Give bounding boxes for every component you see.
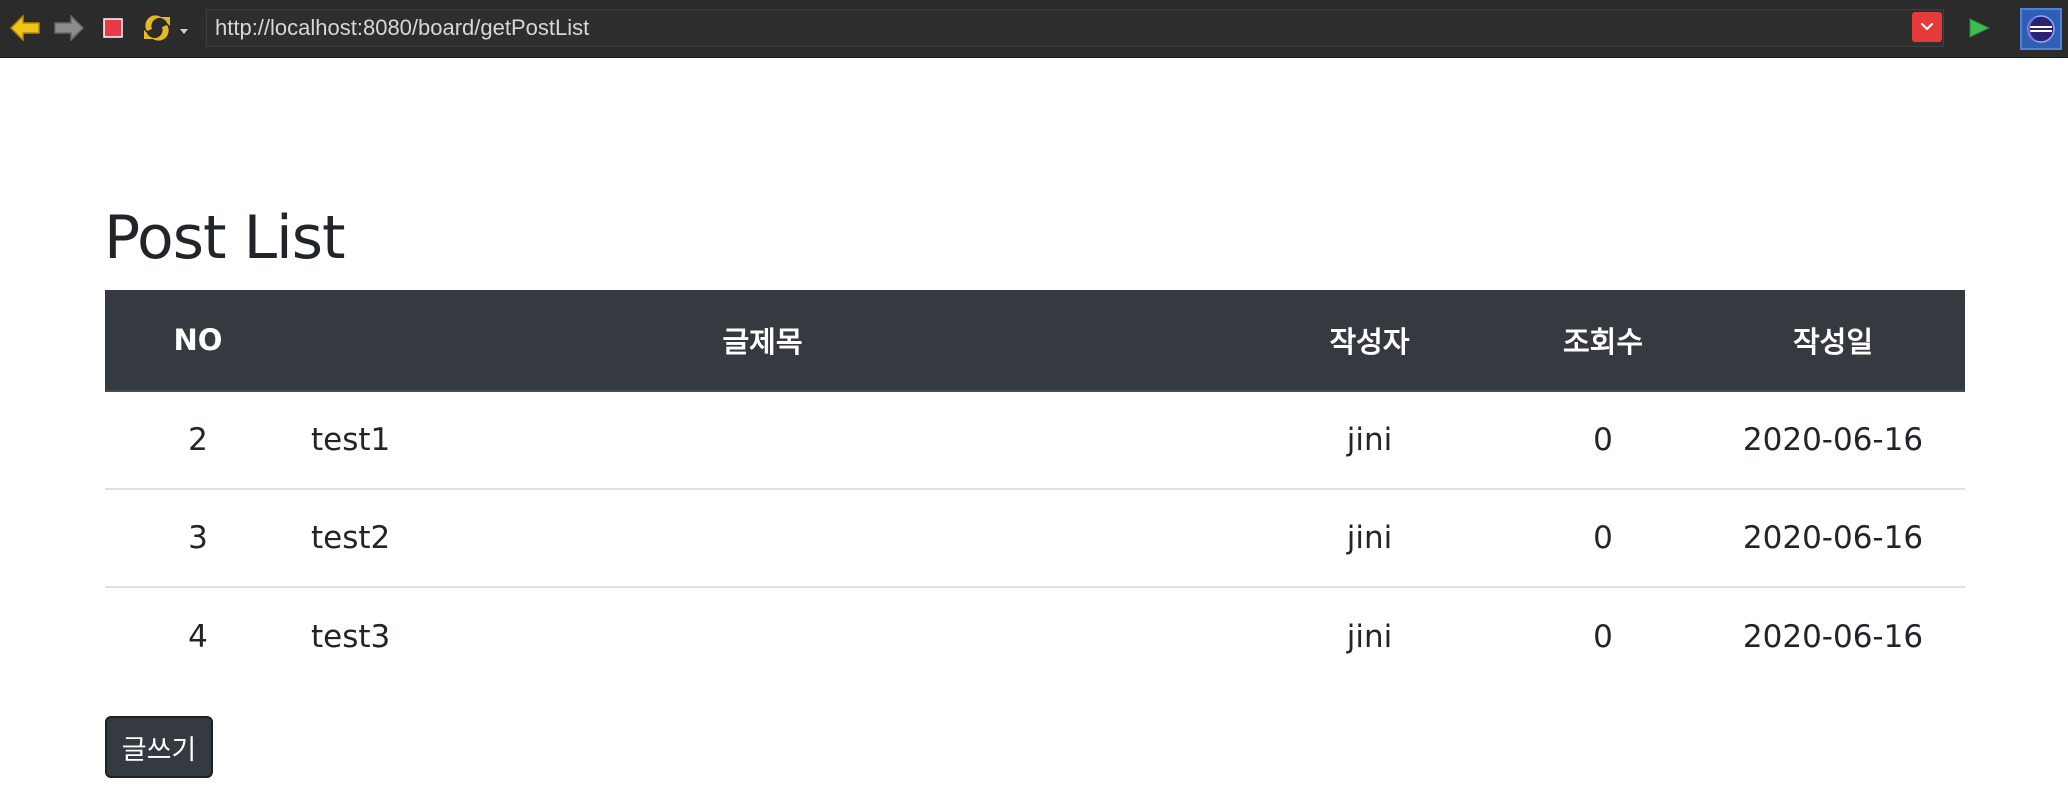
cell-title-link[interactable]: test3: [291, 587, 1234, 685]
refresh-button[interactable]: [140, 12, 174, 44]
eclipse-button[interactable]: [2020, 8, 2062, 50]
stop-button[interactable]: [96, 12, 130, 44]
table-row[interactable]: 4 test3 jini 0 2020-06-16: [105, 587, 1965, 685]
cell-writer: jini: [1234, 489, 1505, 588]
go-button[interactable]: [1962, 12, 1996, 44]
column-header-views: 조회수: [1505, 290, 1701, 392]
cell-date: 2020-06-16: [1742, 618, 1924, 655]
url-history-dropdown[interactable]: [1912, 12, 1942, 42]
refresh-dropdown-button[interactable]: [178, 22, 190, 34]
cell-no: 3: [105, 489, 291, 588]
browser-toolbar: http://localhost:8080/board/getPostList: [0, 0, 2068, 58]
table-header-row: NO 글제목 작성자 조회수 작성일: [105, 290, 1965, 392]
back-button[interactable]: [8, 12, 42, 44]
cell-date: 2020-06-16: [1701, 489, 1965, 588]
forward-button[interactable]: [52, 12, 86, 44]
forward-arrow-icon: [54, 15, 84, 41]
column-header-date: 작성일: [1701, 290, 1965, 392]
column-header-writer: 작성자: [1234, 290, 1505, 392]
url-text[interactable]: http://localhost:8080/board/getPostList: [215, 10, 589, 46]
caret-down-icon: [180, 29, 188, 34]
cell-views: 0: [1593, 618, 1613, 655]
chevron-down-icon: [1920, 22, 1934, 31]
write-post-button[interactable]: 글쓰기: [105, 716, 213, 778]
cell-writer: jini: [1234, 391, 1505, 490]
address-bar[interactable]: http://localhost:8080/board/getPostList: [206, 9, 1944, 47]
table-row[interactable]: 3 test2 jini 0 2020-06-16: [105, 489, 1965, 588]
refresh-icon: [144, 15, 170, 41]
cell-no: 2: [105, 391, 291, 490]
table-header: NO 글제목 작성자 조회수 작성일: [105, 290, 1965, 392]
cell-title-link[interactable]: test1: [291, 391, 1234, 490]
column-header-no: NO: [105, 290, 291, 392]
eclipse-icon: [2027, 15, 2055, 43]
stop-icon: [103, 18, 123, 38]
play-icon: [1969, 18, 1991, 38]
cell-views: 0: [1505, 489, 1701, 588]
cell-writer: jini: [1346, 618, 1393, 655]
page-title: Post List: [104, 203, 345, 273]
cell-date: 2020-06-16: [1701, 391, 1965, 490]
column-header-title: 글제목: [291, 290, 1234, 392]
table-body: 2 test1 jini 0 2020-06-16 3 test2 jini 0…: [105, 391, 1965, 685]
cell-title-link[interactable]: test2: [291, 489, 1234, 588]
table-row[interactable]: 2 test1 jini 0 2020-06-16: [105, 391, 1965, 490]
post-list-table: NO 글제목 작성자 조회수 작성일 2 test1 jini 0 2020-0…: [105, 290, 1965, 685]
cell-no: 4: [188, 618, 208, 655]
back-arrow-icon: [10, 15, 40, 41]
cell-views: 0: [1505, 391, 1701, 490]
